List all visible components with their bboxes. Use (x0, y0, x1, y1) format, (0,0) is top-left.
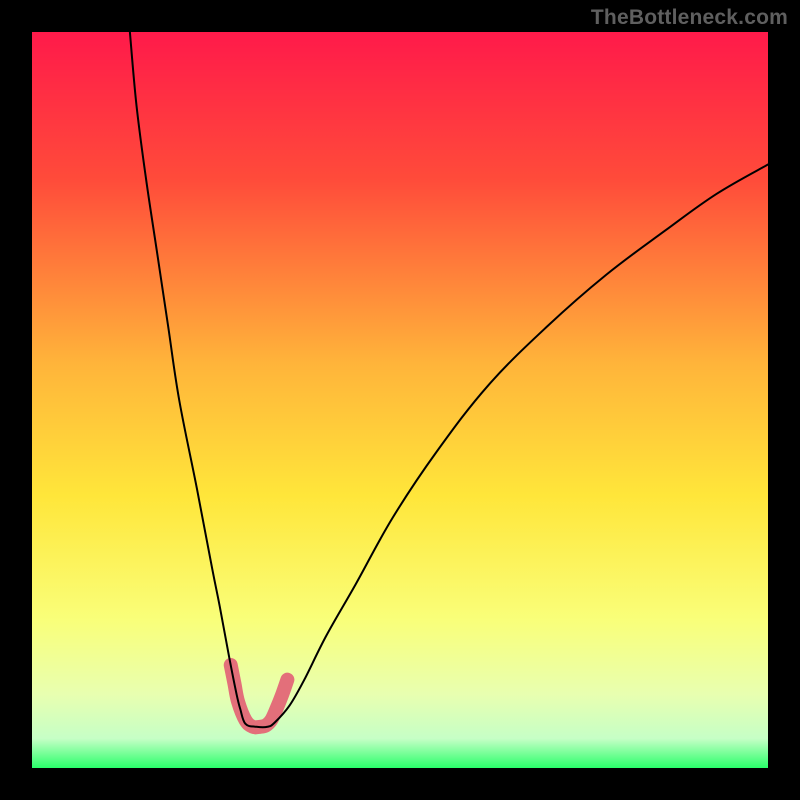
chart-svg (32, 32, 768, 768)
plot-area (32, 32, 768, 768)
watermark-text: TheBottleneck.com (591, 6, 788, 30)
chart-outer-frame: TheBottleneck.com (0, 0, 800, 800)
gradient-background (32, 32, 768, 768)
